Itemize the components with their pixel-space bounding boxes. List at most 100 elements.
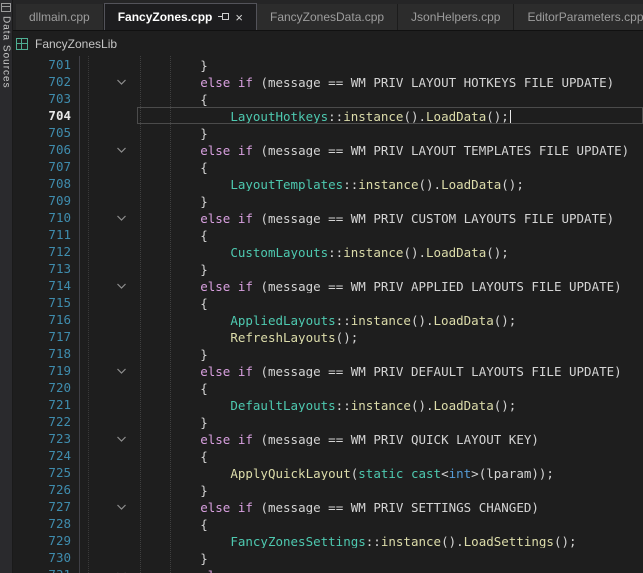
code-lines: 701 }702 else if (message == WM_PRIV_LAY… (13, 56, 643, 573)
line-number[interactable]: 731 (13, 566, 73, 573)
code-line: 717 RefreshLayouts(); (13, 328, 643, 345)
line-number[interactable]: 727 (13, 498, 73, 515)
code-line: 726 } (13, 481, 643, 498)
line-number[interactable]: 722 (13, 413, 73, 430)
line-number[interactable]: 728 (13, 515, 73, 532)
code-text[interactable]: { (137, 515, 643, 532)
code-text[interactable]: else if (message == WM_PRIV_DEFAULT_LAYO… (137, 362, 643, 379)
code-text[interactable]: { (137, 226, 643, 243)
code-text[interactable]: else if (message == WM_PRIV_QUICK_LAYOUT… (137, 430, 643, 447)
tab-dllmain-cpp[interactable]: dllmain.cpp (16, 4, 104, 30)
tab-fancyzonesdata-cpp[interactable]: FancyZonesData.cpp (257, 4, 398, 30)
line-number[interactable]: 702 (13, 73, 73, 90)
fold-chevron-icon[interactable] (116, 436, 127, 443)
fold-margin (73, 243, 137, 260)
code-text[interactable]: { (137, 294, 643, 311)
fold-chevron-icon[interactable] (116, 215, 127, 222)
line-number[interactable]: 726 (13, 481, 73, 498)
fold-margin (73, 277, 137, 294)
code-text[interactable]: else if (message == WM_PRIV_CUSTOM_LAYOU… (137, 209, 643, 226)
code-text[interactable]: } (137, 260, 643, 277)
line-number[interactable]: 713 (13, 260, 73, 277)
fold-chevron-icon[interactable] (116, 147, 127, 154)
code-text[interactable]: } (137, 345, 643, 362)
line-number[interactable]: 718 (13, 345, 73, 362)
breadcrumb[interactable]: FancyZonesLib (13, 30, 643, 56)
code-text[interactable]: else if (message == WM_PRIV_SETTINGS_CHA… (137, 498, 643, 515)
code-editor[interactable]: 701 }702 else if (message == WM_PRIV_LAY… (13, 56, 643, 573)
line-number[interactable]: 712 (13, 243, 73, 260)
line-number[interactable]: 729 (13, 532, 73, 549)
line-number[interactable]: 707 (13, 158, 73, 175)
code-text[interactable]: LayoutTemplates::instance().LoadData(); (137, 175, 643, 192)
line-number[interactable]: 721 (13, 396, 73, 413)
line-number[interactable]: 725 (13, 464, 73, 481)
code-line: 701 } (13, 56, 643, 73)
line-number[interactable]: 720 (13, 379, 73, 396)
code-text[interactable]: else if (message == WM_PRIV_APPLIED_LAYO… (137, 277, 643, 294)
code-text[interactable]: AppliedLayouts::instance().LoadData(); (137, 311, 643, 328)
line-number[interactable]: 703 (13, 90, 73, 107)
code-line: 718 } (13, 345, 643, 362)
text-caret (510, 110, 511, 123)
line-number[interactable]: 717 (13, 328, 73, 345)
code-text[interactable]: else (137, 566, 643, 573)
pin-icon[interactable] (218, 11, 229, 23)
sidebar-tab-data-sources[interactable]: Data Sources (0, 0, 13, 573)
line-number[interactable]: 709 (13, 192, 73, 209)
code-text[interactable]: else if (message == WM_PRIV_LAYOUT_HOTKE… (137, 73, 643, 90)
tab-label: EditorParameters.cpp (527, 10, 643, 24)
fold-chevron-icon[interactable] (116, 79, 127, 86)
close-icon[interactable]: × (235, 11, 243, 24)
code-text[interactable]: FancyZonesSettings::instance().LoadSetti… (137, 532, 643, 549)
line-number[interactable]: 704 (13, 107, 73, 124)
line-number[interactable]: 705 (13, 124, 73, 141)
code-text[interactable]: { (137, 158, 643, 175)
code-text[interactable]: } (137, 56, 643, 73)
line-number[interactable]: 723 (13, 430, 73, 447)
code-line: 719 else if (message == WM_PRIV_DEFAULT_… (13, 362, 643, 379)
code-text[interactable]: { (137, 90, 643, 107)
fold-margin (73, 481, 137, 498)
code-text[interactable]: } (137, 413, 643, 430)
tab-editorparameters-cpp[interactable]: EditorParameters.cpp (514, 4, 643, 30)
code-text[interactable]: { (137, 447, 643, 464)
line-number[interactable]: 716 (13, 311, 73, 328)
code-text[interactable]: } (137, 481, 643, 498)
fold-chevron-icon[interactable] (116, 368, 127, 375)
code-line: 710 else if (message == WM_PRIV_CUSTOM_L… (13, 209, 643, 226)
code-text[interactable]: } (137, 549, 643, 566)
fold-chevron-icon[interactable] (116, 283, 127, 290)
code-text[interactable]: else if (message == WM_PRIV_LAYOUT_TEMPL… (137, 141, 643, 158)
code-text[interactable]: CustomLayouts::instance().LoadData(); (137, 243, 643, 260)
line-number[interactable]: 708 (13, 175, 73, 192)
code-line: 713 } (13, 260, 643, 277)
fold-margin (73, 532, 137, 549)
line-number[interactable]: 724 (13, 447, 73, 464)
code-text[interactable]: RefreshLayouts(); (137, 328, 643, 345)
line-number[interactable]: 719 (13, 362, 73, 379)
code-text[interactable]: LayoutHotkeys::instance().LoadData(); (137, 107, 643, 124)
line-number[interactable]: 714 (13, 277, 73, 294)
code-text[interactable]: { (137, 379, 643, 396)
line-number[interactable]: 701 (13, 56, 73, 73)
line-number[interactable]: 730 (13, 549, 73, 566)
code-text[interactable]: ApplyQuickLayout(static_cast<int>(lparam… (137, 464, 643, 481)
code-text[interactable]: } (137, 192, 643, 209)
line-number[interactable]: 715 (13, 294, 73, 311)
code-line: 724 { (13, 447, 643, 464)
code-line: 712 CustomLayouts::instance().LoadData()… (13, 243, 643, 260)
code-line: 728 { (13, 515, 643, 532)
line-number[interactable]: 711 (13, 226, 73, 243)
line-number[interactable]: 710 (13, 209, 73, 226)
breadcrumb-label: FancyZonesLib (35, 37, 117, 51)
fold-chevron-icon[interactable] (116, 504, 127, 511)
line-number[interactable]: 706 (13, 141, 73, 158)
fold-margin (73, 226, 137, 243)
tab-jsonhelpers-cpp[interactable]: JsonHelpers.cpp (398, 4, 514, 30)
code-text[interactable]: } (137, 124, 643, 141)
fold-margin (73, 311, 137, 328)
tab-fancyzones-cpp[interactable]: FancyZones.cpp × (104, 3, 257, 30)
code-text[interactable]: DefaultLayouts::instance().LoadData(); (137, 396, 643, 413)
tab-label: dllmain.cpp (29, 10, 90, 24)
